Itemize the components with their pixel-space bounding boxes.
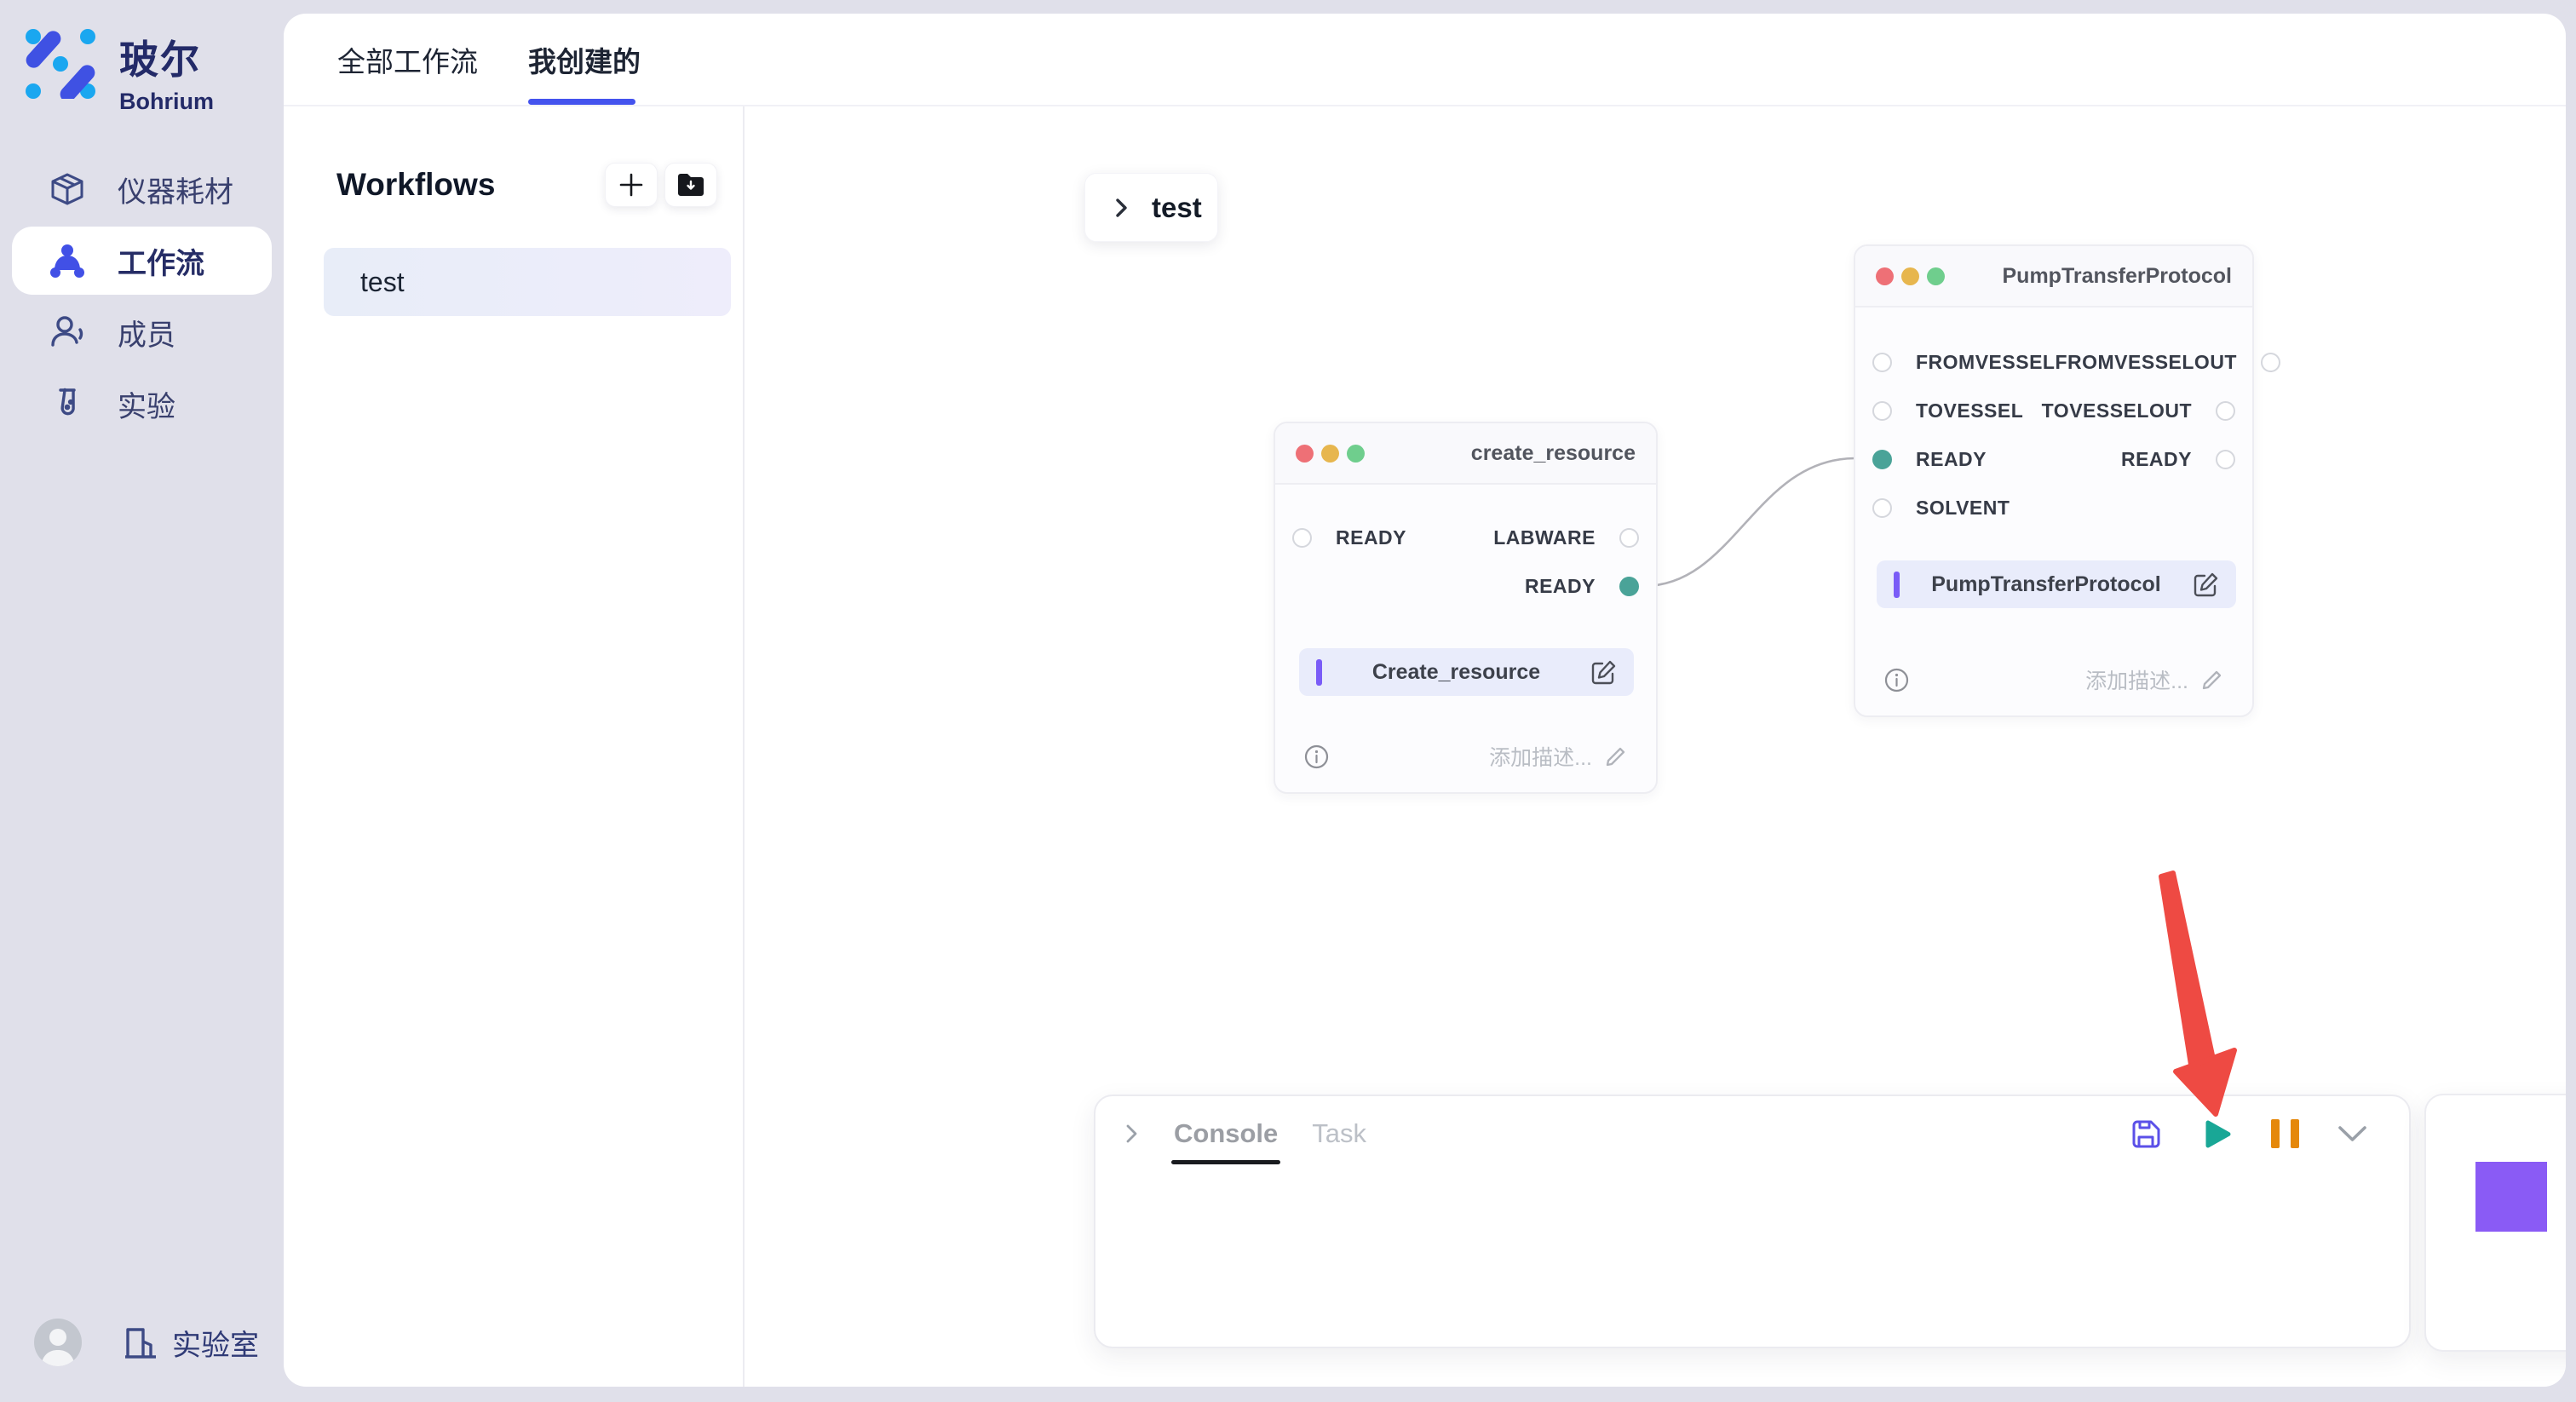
port-circle[interactable] (1872, 498, 1892, 518)
output-port-fromvesselout[interactable]: FROMVESSELOUT (2055, 351, 2280, 374)
avatar[interactable] (34, 1319, 82, 1366)
info-icon[interactable] (1304, 744, 1329, 769)
breadcrumb[interactable]: test (1084, 173, 1218, 242)
console-tab[interactable]: Console (1174, 1118, 1278, 1149)
console-panel: Console Task (1094, 1095, 2411, 1348)
play-icon[interactable] (2200, 1118, 2234, 1151)
traffic-dots-icon (1876, 267, 1945, 285)
import-workflow-button[interactable] (664, 163, 717, 207)
node-name-pill[interactable]: Create_resource (1299, 648, 1634, 696)
member-icon (49, 314, 85, 350)
sidebar: 玻尔 Bohrium 仪器耗材 工作流 成员 (0, 0, 284, 1402)
port-circle[interactable] (1872, 353, 1892, 372)
breadcrumb-label: test (1152, 192, 1202, 224)
workflow-item-name: test (360, 267, 405, 298)
input-port-tovessel[interactable]: TOVESSEL (1872, 399, 2023, 422)
edit-icon[interactable] (2193, 572, 2219, 598)
experiment-icon (49, 386, 85, 422)
port-circle[interactable] (2261, 353, 2280, 372)
workflows-title: Workflows (336, 167, 495, 203)
sidebar-item-workflow[interactable]: 工作流 (12, 227, 272, 295)
pause-icon[interactable] (2271, 1119, 2299, 1148)
console-header: Console Task (1095, 1096, 2409, 1171)
node-name-text: Create_resource (1322, 660, 1590, 685)
port-circle[interactable] (2216, 450, 2235, 469)
minimap[interactable] (2424, 1094, 2566, 1352)
output-port-tovesselout[interactable]: TOVESSELOUT (2042, 399, 2235, 422)
port-circle[interactable] (2216, 401, 2235, 421)
tab-all-workflows[interactable]: 全部工作流 (337, 14, 478, 105)
port-circle[interactable] (1872, 401, 1892, 421)
save-icon[interactable] (2130, 1118, 2163, 1151)
minimap-node-create-resource (2475, 1162, 2547, 1232)
port-circle[interactable] (1292, 528, 1312, 548)
pencil-icon[interactable] (1604, 745, 1627, 768)
chevron-right-icon (1109, 196, 1133, 220)
port-circle[interactable] (1619, 528, 1639, 548)
collapse-chevron-icon[interactable] (1119, 1122, 1143, 1146)
output-port-ready[interactable]: READY (1525, 575, 1639, 598)
description-placeholder[interactable]: 添加描述... (2085, 664, 2188, 695)
sidebar-item-label: 实验 (118, 383, 175, 425)
lab-label: 实验室 (172, 1322, 259, 1364)
logo-subtitle: Bohrium (119, 89, 214, 115)
node-footer: 添加描述... (1855, 663, 2252, 697)
pencil-icon[interactable] (2200, 669, 2223, 692)
edit-icon[interactable] (1590, 659, 1617, 686)
active-tab-indicator (528, 99, 635, 105)
folder-download-icon (676, 172, 705, 198)
workflows-panel: Workflows test (284, 106, 745, 1387)
chevron-down-icon[interactable] (2337, 1123, 2368, 1144)
description-placeholder[interactable]: 添加描述... (1489, 741, 1592, 772)
node-title: create_resource (1471, 441, 1636, 466)
workflow-tabs: 全部工作流 我创建的 (284, 14, 2566, 106)
logo-title: 玻尔 (119, 29, 214, 85)
sidebar-item-instruments[interactable]: 仪器耗材 (12, 155, 272, 223)
bohrium-logo-icon (26, 29, 95, 99)
sidebar-item-experiments[interactable]: 实验 (12, 370, 272, 438)
workflow-canvas[interactable]: test create_resource READY LABWARE (746, 108, 2566, 1387)
port-circle-connected[interactable] (1619, 577, 1639, 596)
sidebar-footer: 实验室 (0, 1319, 284, 1366)
pill-accent-bar (1894, 572, 1900, 598)
input-port-ready[interactable]: READY (1292, 526, 1406, 549)
node-title: PumpTransferProtocol (2003, 264, 2233, 289)
logo: 玻尔 Bohrium (26, 29, 214, 115)
node-header: create_resource (1275, 423, 1656, 485)
input-port-fromvessel[interactable]: FROMVESSEL (1872, 351, 2055, 374)
workflow-list-item[interactable]: test (324, 248, 731, 316)
sidebar-item-members[interactable]: 成员 (12, 298, 272, 366)
node-name-pill[interactable]: PumpTransferProtocol (1877, 560, 2236, 608)
building-icon (123, 1324, 158, 1360)
add-workflow-button[interactable] (605, 163, 658, 207)
lab-switcher[interactable]: 实验室 (123, 1322, 259, 1364)
sidebar-item-label: 成员 (118, 312, 175, 353)
sidebar-item-label: 工作流 (118, 240, 204, 282)
box-icon (49, 171, 85, 207)
node-pump-transfer-protocol[interactable]: PumpTransferProtocol FROMVESSEL FROMVESS… (1854, 244, 2254, 717)
input-port-ready[interactable]: READY (1872, 448, 1987, 471)
task-tab[interactable]: Task (1312, 1118, 1366, 1149)
traffic-dots-icon (1296, 445, 1365, 463)
sidebar-menu: 仪器耗材 工作流 成员 实验 (0, 152, 284, 441)
node-name-text: PumpTransferProtocol (1900, 572, 2193, 597)
port-circle-connected[interactable] (1872, 450, 1892, 469)
input-port-solvent[interactable]: SOLVENT (1872, 497, 2010, 520)
avatar-person-icon (34, 1319, 82, 1366)
info-icon[interactable] (1884, 668, 1909, 692)
main-panel: 全部工作流 我创建的 Workflows test (284, 14, 2566, 1387)
node-footer: 添加描述... (1275, 739, 1656, 773)
plus-icon (618, 172, 644, 198)
sidebar-item-label: 仪器耗材 (118, 169, 233, 210)
pill-accent-bar (1316, 659, 1322, 686)
node-header: PumpTransferProtocol (1855, 246, 2252, 307)
tab-created-by-me[interactable]: 我创建的 (528, 14, 641, 105)
output-port-labware[interactable]: LABWARE (1493, 526, 1639, 549)
workflow-people-icon (49, 243, 85, 279)
output-port-ready[interactable]: READY (2121, 448, 2235, 471)
node-create-resource[interactable]: create_resource READY LABWARE READY (1274, 422, 1658, 794)
